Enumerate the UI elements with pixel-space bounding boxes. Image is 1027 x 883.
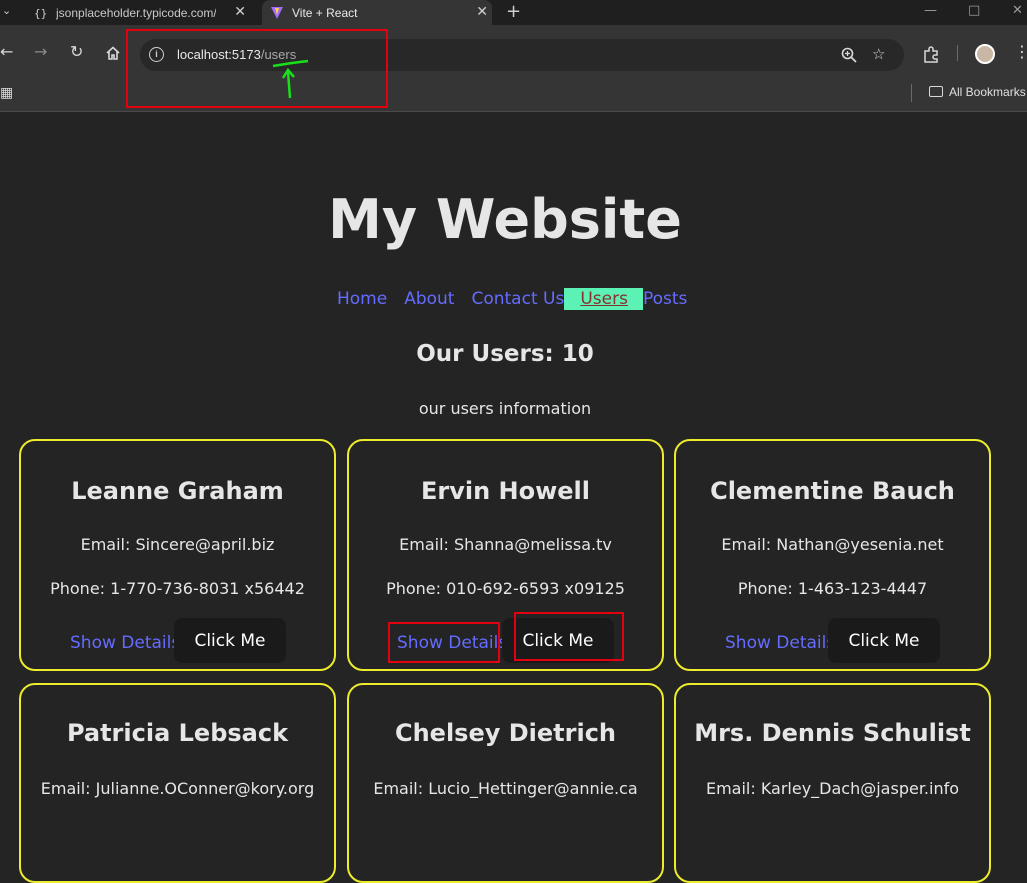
forward-icon[interactable]: →	[34, 42, 47, 61]
user-email: Email: Julianne.OConner@kory.org	[40, 779, 315, 798]
extensions-icon[interactable]	[923, 46, 940, 63]
user-email: Email: Sincere@april.biz	[80, 535, 275, 554]
site-title: My Website	[328, 188, 682, 251]
all-bookmarks-button[interactable]: All Bookmarks	[929, 85, 1026, 99]
zoom-icon[interactable]	[841, 47, 857, 63]
jsonplaceholder-favicon-icon: {}	[34, 7, 47, 20]
click-me-button[interactable]: Click Me	[174, 618, 286, 663]
click-me-button[interactable]: Click Me	[828, 618, 940, 663]
user-name: Clementine Bauch	[710, 477, 955, 505]
toolbar-divider	[957, 45, 958, 61]
user-card: Patricia Lebsack Email: Julianne.OConner…	[19, 683, 336, 883]
bookmarks-divider	[911, 84, 912, 102]
close-window-icon[interactable]: ✕	[1012, 3, 1023, 18]
back-icon[interactable]: ←	[0, 42, 13, 61]
tab-title: jsonplaceholder.typicode.com/p	[56, 5, 216, 20]
user-card: Leanne Graham Email: Sincere@april.biz P…	[19, 439, 336, 671]
user-phone: Phone: 1-463-123-4447	[737, 579, 928, 598]
tab-vite-react[interactable]: Vite + React ✕	[262, 0, 492, 25]
nav-link-users[interactable]: Users	[564, 288, 643, 310]
show-details-highlight-box	[388, 622, 500, 663]
nav-link-home[interactable]: Home	[337, 289, 387, 309]
show-details-link[interactable]: Show Details	[70, 633, 180, 653]
tab-strip: ⌄ {} jsonplaceholder.typicode.com/p ✕ Vi…	[0, 0, 1027, 25]
user-phone: Phone: 010-692-6593 x09125	[386, 579, 625, 598]
close-tab-icon[interactable]: ✕	[476, 3, 488, 20]
user-phone: Phone: 1-770-736-8031 x56442	[50, 579, 305, 598]
apps-grid-icon[interactable]: ▦	[0, 85, 13, 101]
users-subtitle: our users information	[418, 399, 592, 418]
tab-title: Vite + React	[292, 5, 358, 20]
tab-search-chevron-icon[interactable]: ⌄	[2, 4, 11, 17]
user-email: Email: Lucio_Hettinger@annie.ca	[373, 779, 638, 798]
show-details-link[interactable]: Show Details	[725, 633, 835, 653]
home-icon[interactable]	[106, 46, 120, 60]
users-heading: Our Users: 10	[416, 341, 594, 367]
user-name: Patricia Lebsack	[66, 719, 289, 747]
url-highlight-box	[126, 29, 388, 108]
click-me-highlight-box	[514, 612, 624, 661]
user-card: Clementine Bauch Email: Nathan@yesenia.n…	[674, 439, 991, 671]
profile-avatar[interactable]	[975, 44, 995, 64]
nav-link-posts[interactable]: Posts	[643, 289, 687, 309]
site-nav: Home About Contact Us Users Posts	[337, 288, 687, 310]
nav-link-contact[interactable]: Contact Us	[471, 289, 564, 309]
user-card: Chelsey Dietrich Email: Lucio_Hettinger@…	[347, 683, 664, 883]
page-viewport: My Website Home About Contact Us Users P…	[0, 113, 1027, 883]
user-email: Email: Nathan@yesenia.net	[721, 535, 944, 554]
user-email: Email: Shanna@melissa.tv	[399, 535, 612, 554]
bookmark-star-icon[interactable]: ☆	[872, 45, 885, 63]
user-name: Leanne Graham	[71, 477, 284, 505]
vite-logo-icon	[271, 6, 283, 19]
green-arrow-annotation	[272, 59, 309, 99]
folder-icon	[929, 86, 943, 97]
maximize-icon[interactable]: □	[968, 3, 980, 18]
nav-link-about[interactable]: About	[404, 289, 454, 309]
close-tab-icon[interactable]: ✕	[234, 3, 246, 20]
user-name: Chelsey Dietrich	[394, 719, 617, 747]
user-email: Email: Karley_Dach@jasper.info	[705, 779, 960, 798]
all-bookmarks-label: All Bookmarks	[949, 85, 1026, 99]
tab-jsonplaceholder[interactable]: {} jsonplaceholder.typicode.com/p ✕	[26, 0, 250, 25]
user-name: Mrs. Dennis Schulist	[694, 719, 971, 747]
menu-icon[interactable]: ⋮	[1014, 42, 1027, 61]
reload-icon[interactable]: ↻	[70, 42, 83, 61]
user-card: Mrs. Dennis Schulist Email: Karley_Dach@…	[674, 683, 991, 883]
new-tab-icon[interactable]: +	[506, 1, 521, 22]
minimize-icon[interactable]: —	[924, 3, 937, 18]
user-name: Ervin Howell	[420, 477, 591, 505]
svg-text:{}: {}	[34, 7, 47, 20]
